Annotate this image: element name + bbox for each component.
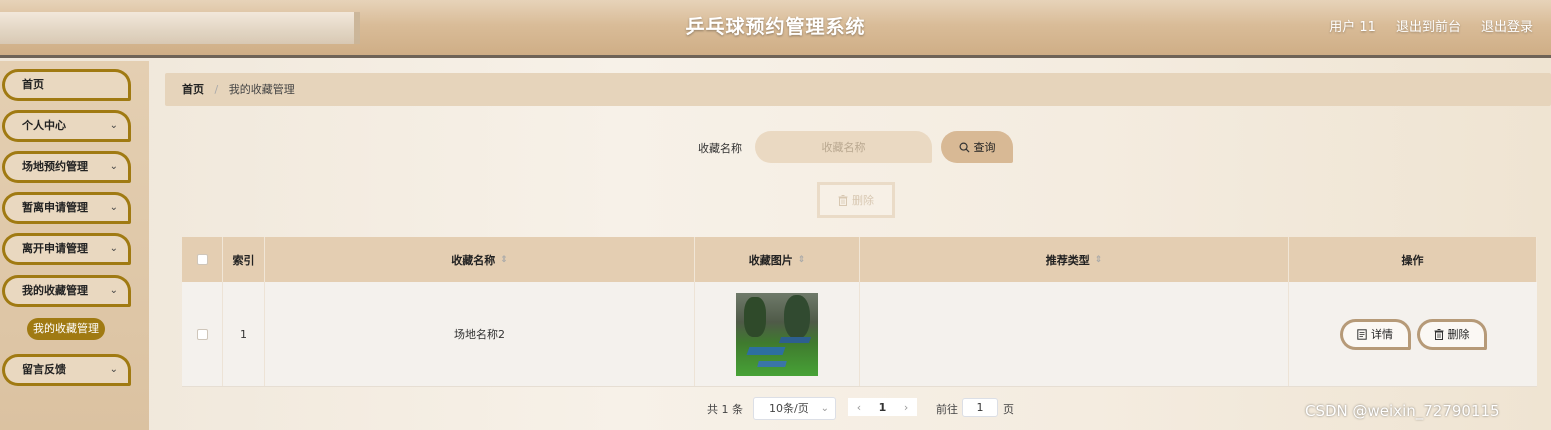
sidebar-item-home[interactable]: 首页 [2, 69, 131, 101]
select-all-checkbox[interactable] [196, 254, 208, 265]
sidebar: 首页 个人中心 ⌄ 场地预约管理 ⌄ 暂离申请管理 ⌄ 离开申请管理 ⌄ 我的收… [0, 61, 149, 430]
sidebar-item-court-booking[interactable]: 场地预约管理 ⌄ [2, 151, 131, 183]
row-delete-button[interactable]: 删除 [1416, 318, 1487, 350]
sidebar-item-label: 离开申请管理 [22, 242, 88, 255]
header-actions: 操作 [1289, 237, 1537, 282]
batch-delete-label: 删除 [852, 194, 874, 207]
sidebar-subitem-my-favorites[interactable]: 我的收藏管理 [27, 318, 105, 340]
sidebar-item-my-favorites[interactable]: 我的收藏管理 ⌄ [2, 275, 131, 307]
search-input[interactable] [755, 131, 932, 163]
breadcrumb: 首页 / 我的收藏管理 [165, 73, 1551, 106]
goto-page-input[interactable] [962, 398, 998, 417]
sort-icon[interactable]: ⇕ [500, 255, 508, 265]
query-button[interactable]: 查询 [941, 131, 1013, 163]
tree-shape [784, 294, 810, 339]
sidebar-item-personal-center[interactable]: 个人中心 ⌄ [2, 110, 131, 142]
pagination-nav: ‹ 1 › [848, 398, 917, 416]
table-row: 1 场地名称2 详情 删除 [182, 282, 1537, 387]
breadcrumb-separator: / [214, 83, 219, 96]
prev-page-icon[interactable]: ‹ [857, 401, 861, 414]
tree-shape [744, 296, 766, 337]
row-type-cell [860, 282, 1289, 386]
breadcrumb-current: 我的收藏管理 [228, 83, 295, 96]
favorites-table: 索引 收藏名称 ⇕ 收藏图片 ⇕ 推荐类型 ⇕ 操作 1 场地名称2 详情 删除 [182, 237, 1537, 388]
column-header-label: 推荐类型 [1045, 253, 1090, 267]
sidebar-item-label: 留言反馈 [22, 363, 66, 376]
table-tennis-table-shape [746, 346, 786, 355]
exit-to-front-link[interactable]: 退出到前台 [1396, 16, 1461, 35]
sidebar-item-label: 场地预约管理 [22, 160, 88, 173]
top-header: 乒乓球预约管理系统 用户 11 退出到前台 退出登录 [0, 0, 1551, 58]
table-header: 索引 收藏名称 ⇕ 收藏图片 ⇕ 推荐类型 ⇕ 操作 [182, 237, 1537, 282]
row-actions-cell: 详情 删除 [1289, 282, 1537, 386]
page-number[interactable]: 1 [879, 401, 887, 414]
pagination-total: 共 1 条 [707, 403, 743, 416]
trash-icon [1434, 328, 1443, 340]
search-label: 收藏名称 [698, 142, 742, 155]
query-button-label: 查询 [973, 141, 996, 154]
column-header-label: 操作 [1401, 253, 1424, 267]
page-size-value: 10条/页 [769, 402, 809, 415]
row-index-cell: 1 [223, 282, 265, 386]
logout-link[interactable]: 退出登录 [1481, 16, 1533, 35]
sidebar-item-label: 我的收藏管理 [22, 284, 88, 297]
sidebar-item-leave-request[interactable]: 离开申请管理 ⌄ [2, 233, 131, 265]
trash-icon [838, 194, 848, 206]
header-type[interactable]: 推荐类型 ⇕ [860, 237, 1289, 282]
watermark: CSDN @weixin_72790115 [1305, 402, 1500, 420]
chevron-down-icon: ⌄ [820, 403, 829, 414]
header-image[interactable]: 收藏图片 ⇕ [695, 237, 860, 282]
row-name-cell: 场地名称2 [265, 282, 695, 386]
app-title: 乒乓球预约管理系统 [685, 16, 866, 38]
table-tennis-table-shape [778, 336, 812, 343]
chevron-down-icon: ⌄ [109, 120, 118, 131]
header-select-cell [182, 237, 223, 282]
sidebar-item-feedback[interactable]: 留言反馈 ⌄ [2, 354, 131, 386]
goto-label: 前往 [936, 403, 958, 416]
sidebar-item-temporary-leave[interactable]: 暂离申请管理 ⌄ [2, 192, 131, 224]
document-icon [1357, 328, 1367, 340]
detail-button-label: 详情 [1371, 328, 1393, 341]
user-name[interactable]: 用户 11 [1329, 16, 1376, 35]
chevron-down-icon: ⌄ [109, 202, 118, 213]
row-checkbox[interactable] [196, 328, 208, 340]
chevron-down-icon: ⌄ [109, 285, 118, 296]
row-name: 场地名称2 [454, 328, 505, 341]
column-header-label: 索引 [232, 253, 255, 267]
column-header-label: 收藏名称 [451, 253, 496, 267]
next-page-icon[interactable]: › [904, 401, 908, 414]
header-links: 用户 11 退出到前台 退出登录 [1329, 16, 1533, 35]
header-index: 索引 [223, 237, 265, 282]
chevron-down-icon: ⌄ [109, 161, 118, 172]
sidebar-item-label: 暂离申请管理 [22, 201, 88, 214]
column-header-label: 收藏图片 [748, 253, 793, 267]
row-image-cell [695, 282, 860, 386]
batch-delete-button[interactable]: 删除 [817, 182, 895, 218]
page-suffix-label: 页 [1003, 403, 1014, 416]
sidebar-item-label: 首页 [22, 78, 44, 91]
row-index: 1 [240, 327, 247, 341]
search-icon [959, 142, 970, 153]
header-name[interactable]: 收藏名称 ⇕ [265, 237, 695, 282]
breadcrumb-home[interactable]: 首页 [182, 83, 204, 96]
detail-button[interactable]: 详情 [1339, 318, 1411, 350]
row-select-cell [182, 282, 223, 386]
chevron-down-icon: ⌄ [109, 364, 118, 375]
page-size-select[interactable]: 10条/页 ⌄ [753, 397, 836, 420]
row-delete-label: 删除 [1447, 328, 1470, 341]
sidebar-item-label: 个人中心 [22, 119, 66, 132]
sort-icon[interactable]: ⇕ [1095, 255, 1103, 265]
sort-icon[interactable]: ⇕ [798, 255, 806, 265]
chevron-down-icon: ⌄ [109, 243, 118, 254]
table-tennis-table-shape [757, 360, 787, 367]
ping-pong-court-image[interactable] [736, 292, 818, 376]
